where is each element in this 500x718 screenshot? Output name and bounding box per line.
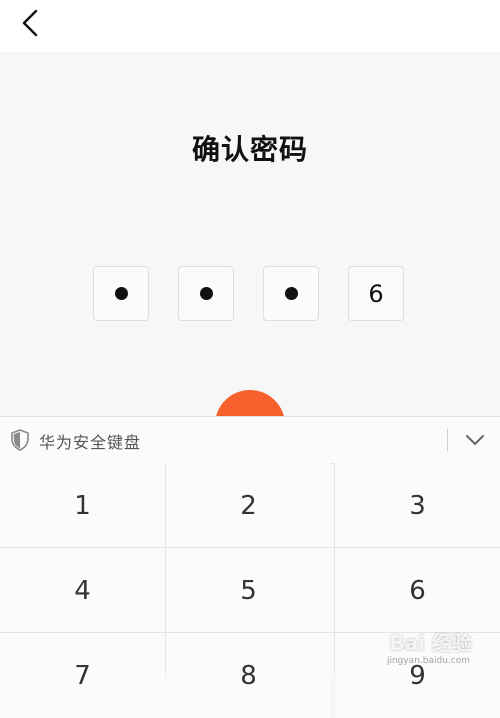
pin-dot xyxy=(114,287,128,300)
keyboard-title: 华为安全键盘 xyxy=(39,433,142,452)
key-divider xyxy=(334,463,335,674)
key-8[interactable]: 8 xyxy=(166,633,331,718)
pin-dot xyxy=(199,287,213,300)
key-3[interactable]: 3 xyxy=(335,463,500,548)
key-5[interactable]: 5 xyxy=(166,548,331,633)
key-1[interactable]: 1 xyxy=(0,463,165,548)
chevron-left-icon xyxy=(22,9,38,37)
pin-dot xyxy=(284,287,298,300)
divider xyxy=(447,429,448,451)
pin-input[interactable]: 6 xyxy=(93,266,407,324)
back-button[interactable] xyxy=(14,6,46,40)
key-divider xyxy=(165,463,166,674)
watermark-url: jingyan.baidu.com xyxy=(386,656,470,666)
key-6[interactable]: 6 xyxy=(335,548,500,633)
secure-keyboard: 华为安全键盘 1 2 3 4 5 6 7 8 9 Bai 经验 jingyan.… xyxy=(0,416,500,718)
keyboard-header: 华为安全键盘 xyxy=(0,417,500,464)
key-divider xyxy=(0,547,500,548)
key-2[interactable]: 2 xyxy=(166,463,331,548)
chevron-down-icon[interactable] xyxy=(463,429,487,451)
pin-digit-box-4: 6 xyxy=(348,266,404,321)
shield-icon xyxy=(11,429,29,451)
pin-digit-box-1 xyxy=(93,266,149,321)
pin-digit-box-3 xyxy=(263,266,319,321)
watermark: Bai 经验 xyxy=(389,631,472,655)
page-title: 确认密码 xyxy=(191,133,308,166)
top-bar xyxy=(0,0,500,52)
pin-digit: 6 xyxy=(368,279,384,308)
key-7[interactable]: 7 xyxy=(0,633,165,718)
key-4[interactable]: 4 xyxy=(0,548,165,633)
pin-digit-box-2 xyxy=(178,266,234,321)
